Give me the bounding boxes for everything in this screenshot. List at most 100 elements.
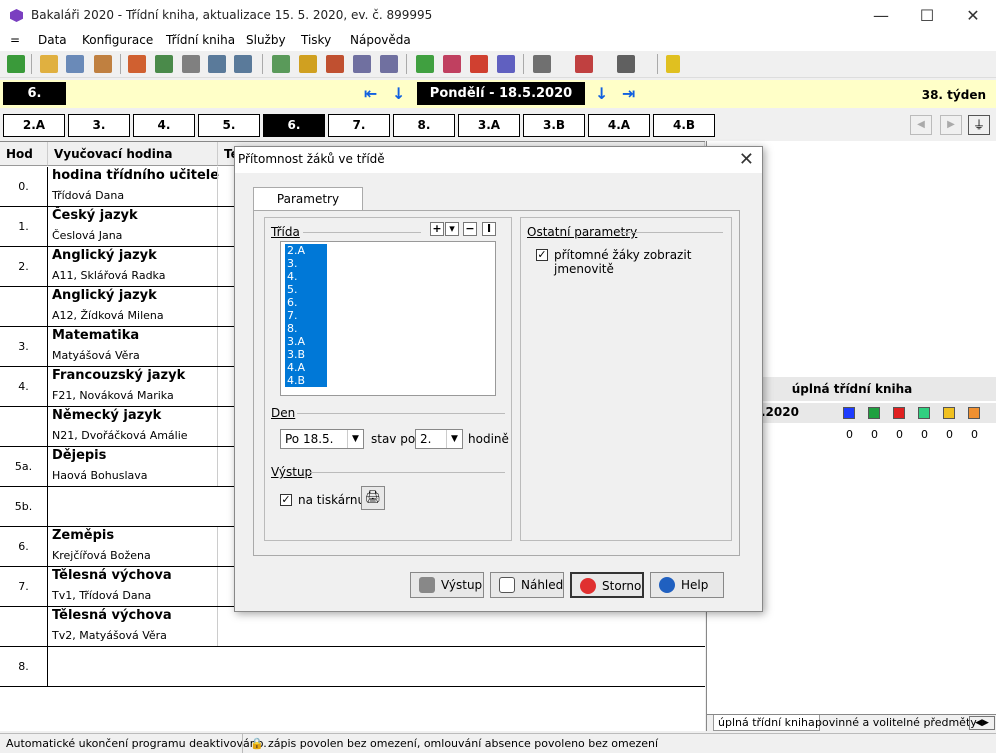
list-item[interactable]: 5. — [285, 283, 327, 296]
list-item[interactable]: 7. — [285, 309, 327, 322]
dialog-title-bar: Přítomnost žáků ve třídě ✕ — [235, 147, 762, 173]
paste-icon[interactable] — [234, 55, 252, 73]
nahled-button[interactable]: Náhled — [490, 572, 564, 598]
printer-settings-icon[interactable]: 🖨 — [361, 486, 385, 510]
dialog-close-icon[interactable]: ✕ — [739, 149, 754, 170]
week-label: 38. týden — [921, 88, 986, 102]
menu-data[interactable]: Data — [38, 33, 67, 47]
stav-po-label: stav po — [371, 432, 416, 446]
minimize-button[interactable]: — — [858, 0, 904, 31]
tab-4b[interactable]: 4.B — [653, 114, 715, 137]
printer-icon[interactable] — [617, 55, 635, 73]
add-class-button[interactable]: + — [430, 222, 444, 236]
book-icon[interactable] — [470, 55, 488, 73]
list-item[interactable]: 2.A — [285, 244, 327, 257]
document-icon[interactable] — [66, 55, 84, 73]
count-value: 0 — [846, 428, 853, 441]
tab-povinne-predmety[interactable]: povinné a volitelné předměty — [811, 715, 981, 731]
arrow-icon[interactable] — [272, 55, 290, 73]
menu-sluzby[interactable]: Služby — [246, 33, 286, 47]
menu-tridni-kniha[interactable]: Třídní kniha — [166, 33, 235, 47]
legend-square-green — [868, 407, 880, 419]
legend-square-mint — [918, 407, 930, 419]
chevron-down-icon: ▼ — [446, 430, 462, 448]
notes-icon[interactable] — [182, 55, 200, 73]
help-button[interactable]: Help — [650, 572, 724, 598]
help-icon[interactable] — [666, 55, 680, 73]
scroll-right-icon[interactable]: ▶ — [940, 115, 962, 135]
open-folder-icon[interactable] — [40, 55, 58, 73]
dialog-page: Třída + ▾ − I 2.A 3. 4. 5. 6. 7. 8. 3.A … — [253, 210, 740, 556]
right-group: Ostatní parametry ✓ přítomné žáky zobraz… — [520, 217, 732, 541]
dropdown-class-button[interactable]: ▾ — [445, 222, 459, 236]
first-day-icon[interactable]: ⇤ — [364, 85, 378, 102]
menu-system[interactable]: = — [10, 33, 20, 47]
next-day-icon[interactable]: ↓ — [595, 85, 609, 102]
tabs-scroll-icon[interactable]: ◀▶ — [969, 716, 995, 730]
tab-3b[interactable]: 3.B — [523, 114, 585, 137]
tab-uplna-kniha[interactable]: úplná třídní kniha — [713, 715, 820, 731]
tab-2a[interactable]: 2.A — [3, 114, 65, 137]
tab-4a[interactable]: 4.A — [588, 114, 650, 137]
exit-icon[interactable] — [7, 55, 25, 73]
list-item[interactable]: 4.B — [285, 374, 327, 387]
list-item[interactable]: 8. — [285, 322, 327, 335]
check-list-icon[interactable] — [416, 55, 434, 73]
edit-icon[interactable] — [94, 55, 112, 73]
vystup-button[interactable]: Výstup — [410, 572, 484, 598]
tools-icon[interactable] — [533, 55, 551, 73]
left-group: Třída + ▾ − I 2.A 3. 4. 5. 6. 7. 8. 3.A … — [264, 217, 512, 541]
tab-6[interactable]: 6. — [263, 114, 325, 137]
list-item[interactable]: 3.A — [285, 335, 327, 348]
remove-class-button[interactable]: − — [463, 222, 477, 236]
tab-parametry-sestavy[interactable]: Parametry sestavy — [253, 187, 363, 228]
teacher-icon[interactable] — [353, 55, 371, 73]
menu-konfigurace[interactable]: Konfigurace — [82, 33, 153, 47]
invert-class-button[interactable]: I — [482, 222, 496, 236]
scroll-left-icon[interactable]: ◀ — [910, 115, 932, 135]
present-names-checkbox[interactable]: ✓ — [536, 249, 548, 261]
tab-5[interactable]: 5. — [198, 114, 260, 137]
list-item[interactable]: 4.A — [285, 361, 327, 374]
tab-3a[interactable]: 3.A — [458, 114, 520, 137]
report-icon[interactable] — [497, 55, 515, 73]
tab-3[interactable]: 3. — [68, 114, 130, 137]
settings-icon[interactable] — [575, 55, 593, 73]
person-edit-icon[interactable] — [443, 55, 461, 73]
count-value: 0 — [871, 428, 878, 441]
print-checkbox[interactable]: ✓ — [280, 494, 292, 506]
tab-8[interactable]: 8. — [393, 114, 455, 137]
lock-icon: 🔒 — [250, 737, 264, 750]
close-button[interactable]: ✕ — [950, 0, 996, 31]
list-item[interactable]: 3.B — [285, 348, 327, 361]
menu-tisky[interactable]: Tisky — [301, 33, 331, 47]
storno-button[interactable]: Storno — [570, 572, 644, 598]
class-listbox[interactable]: 2.A 3. 4. 5. 6. 7. 8. 3.A 3.B 4.A 4.B — [280, 241, 496, 396]
current-date: Pondělí - 18.5.2020 — [417, 82, 585, 105]
home-icon[interactable] — [326, 55, 344, 73]
legend-square-orange — [968, 407, 980, 419]
tab-4[interactable]: 4. — [133, 114, 195, 137]
hour-select[interactable]: 2. ▼ — [415, 429, 463, 449]
calculator-icon[interactable] — [155, 55, 173, 73]
panel-date: .2020 — [761, 405, 799, 419]
table-row[interactable]: Tělesná výchova Tv2, Matyášová Věra — [0, 607, 705, 647]
list-item[interactable]: 4. — [285, 270, 327, 283]
list-item[interactable]: 3. — [285, 257, 327, 270]
maximize-button[interactable]: ☐ — [904, 0, 950, 31]
table-row[interactable]: 8. — [0, 647, 705, 687]
folder-edit-icon[interactable] — [299, 55, 317, 73]
den-label: Den — [271, 406, 296, 420]
day-select[interactable]: Po 18.5. ▼ — [280, 429, 364, 449]
menu-napoveda[interactable]: Nápověda — [350, 33, 411, 47]
filter-icon[interactable]: ⏚ — [968, 115, 990, 135]
legend-square-blue — [843, 407, 855, 419]
copy-icon[interactable] — [208, 55, 226, 73]
prev-day-icon[interactable]: ↓ — [392, 85, 406, 102]
list-item[interactable]: 6. — [285, 296, 327, 309]
users-icon[interactable] — [380, 55, 398, 73]
students-icon[interactable] — [128, 55, 146, 73]
count-value: 0 — [971, 428, 978, 441]
last-day-icon[interactable]: ⇥ — [622, 85, 636, 102]
tab-7[interactable]: 7. — [328, 114, 390, 137]
